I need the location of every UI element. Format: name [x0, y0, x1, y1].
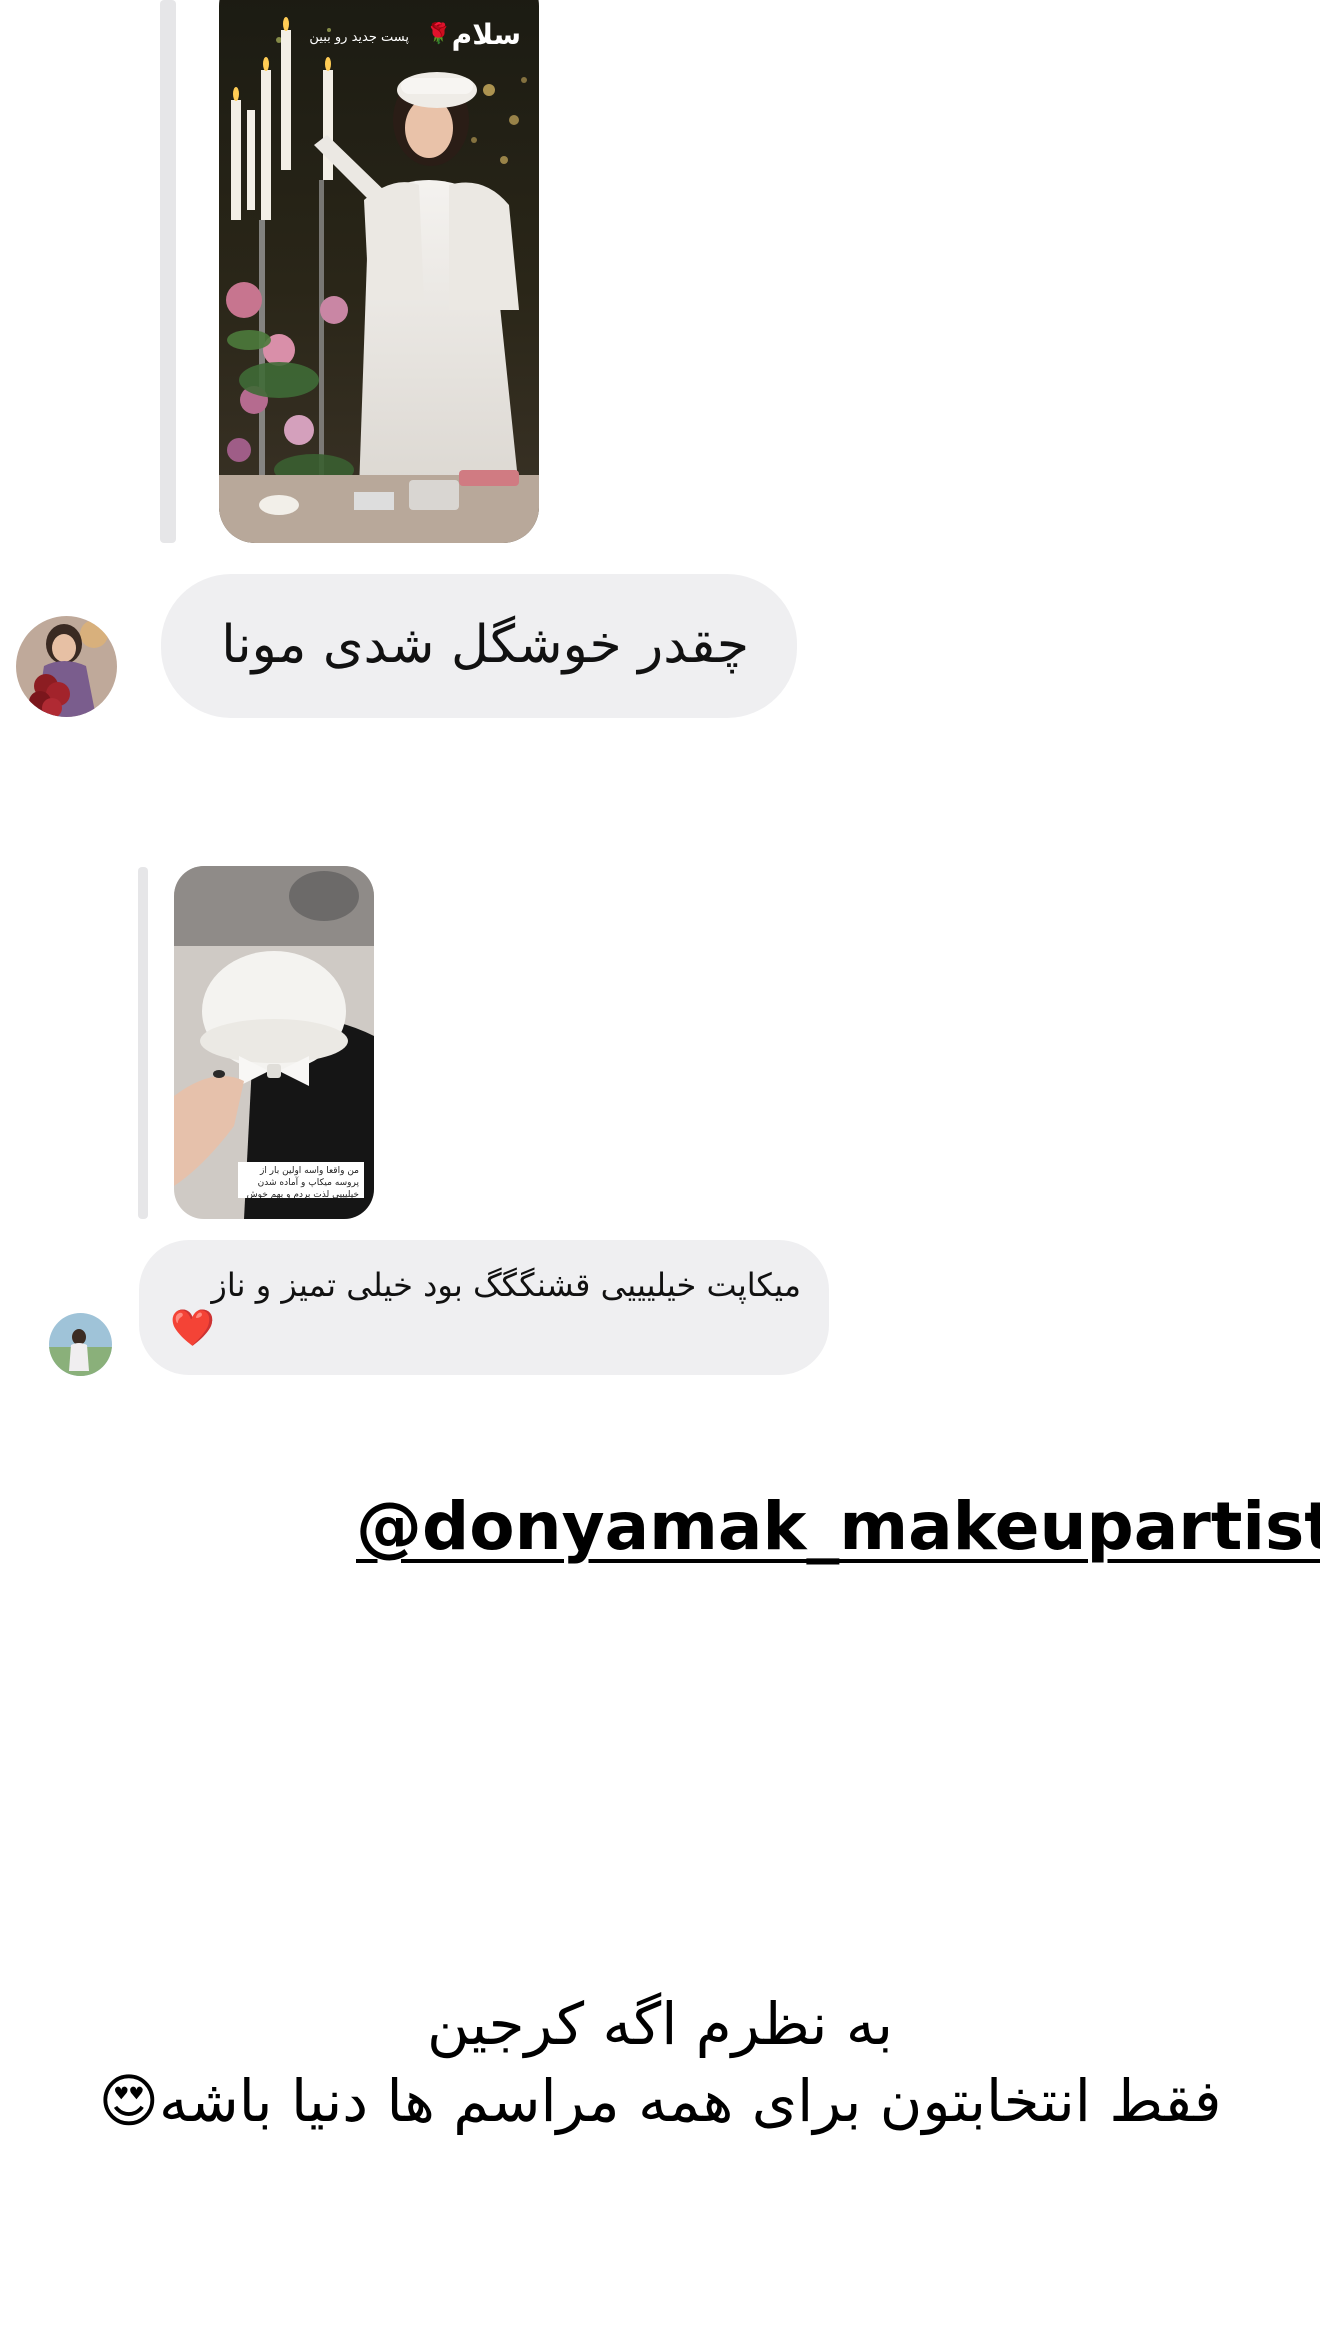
caption-line-1: به نظرم اگه کرجین [426, 1990, 894, 2058]
message-bubble[interactable]: چقدر خوشگل شدی مونا [161, 574, 797, 718]
reply-quote-bar [138, 867, 148, 1219]
message-text: چقدر خوشگل شدی مونا [221, 615, 749, 675]
story-photo-candles [219, 0, 539, 543]
red-heart-emoji: ❤️ [170, 1308, 215, 1349]
avatar-flowers-icon [16, 616, 117, 717]
avatar-outdoor-icon [49, 1313, 112, 1376]
reply-quote-bar [160, 0, 176, 543]
story-thumbnail-candles[interactable]: سلام 🌹 پست جدید رو ببین [219, 0, 539, 543]
story-overlay-title: سلام [451, 18, 521, 51]
avatar[interactable] [16, 616, 117, 717]
story-thumbnail-hat[interactable]: من واقعا واسه اولین بار از پروسه میکاپ و… [174, 866, 374, 1219]
caption-line-2: فقط انتخابتون برای همه مراسم ها دنیا باش… [98, 2067, 1222, 2135]
avatar[interactable] [49, 1313, 112, 1376]
rose-icon: 🌹 [426, 21, 451, 45]
message-bubble[interactable]: میکاپت خیلیییی قشنگگگ بود خیلی تمیز و نا… [139, 1240, 829, 1375]
story-note: من واقعا واسه اولین بار از پروسه میکاپ و… [238, 1162, 364, 1198]
story-overlay-sub: پست جدید رو ببین [309, 30, 409, 45]
mention-link[interactable]: @donyamak_makeupartist [356, 1488, 1320, 1565]
message-text: میکاپت خیلیییی قشنگگگ بود خیلی تمیز و نا… [211, 1266, 801, 1304]
